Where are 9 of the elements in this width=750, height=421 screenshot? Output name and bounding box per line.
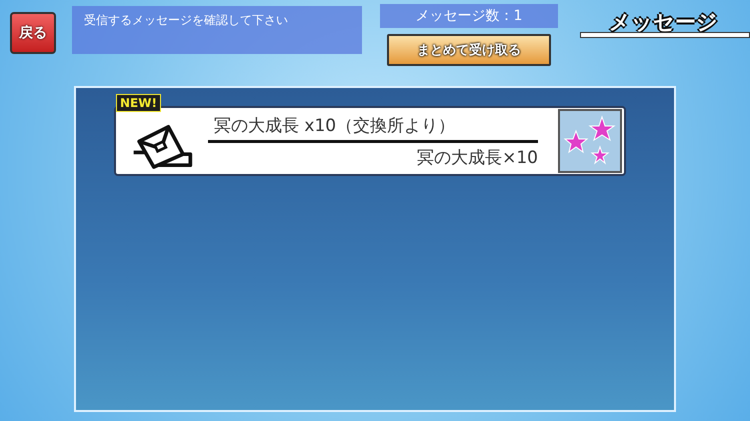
instruction-text: 受信するメッセージを確認して下さい xyxy=(72,6,362,54)
message-title: 冥の大成長 x10（交換所より） xyxy=(208,114,538,142)
message-count: メッセージ数：1 xyxy=(380,4,558,28)
screen-title: メッセージ xyxy=(609,9,718,36)
item-name: 冥の大成長×10 xyxy=(416,146,538,168)
stars-item-icon xyxy=(558,109,622,173)
new-badge: NEW! xyxy=(116,94,161,112)
message-card[interactable]: 冥の大成長 x10（交換所より） 冥の大成長×10 xyxy=(114,106,626,176)
back-button[interactable]: 戻る xyxy=(10,12,56,54)
